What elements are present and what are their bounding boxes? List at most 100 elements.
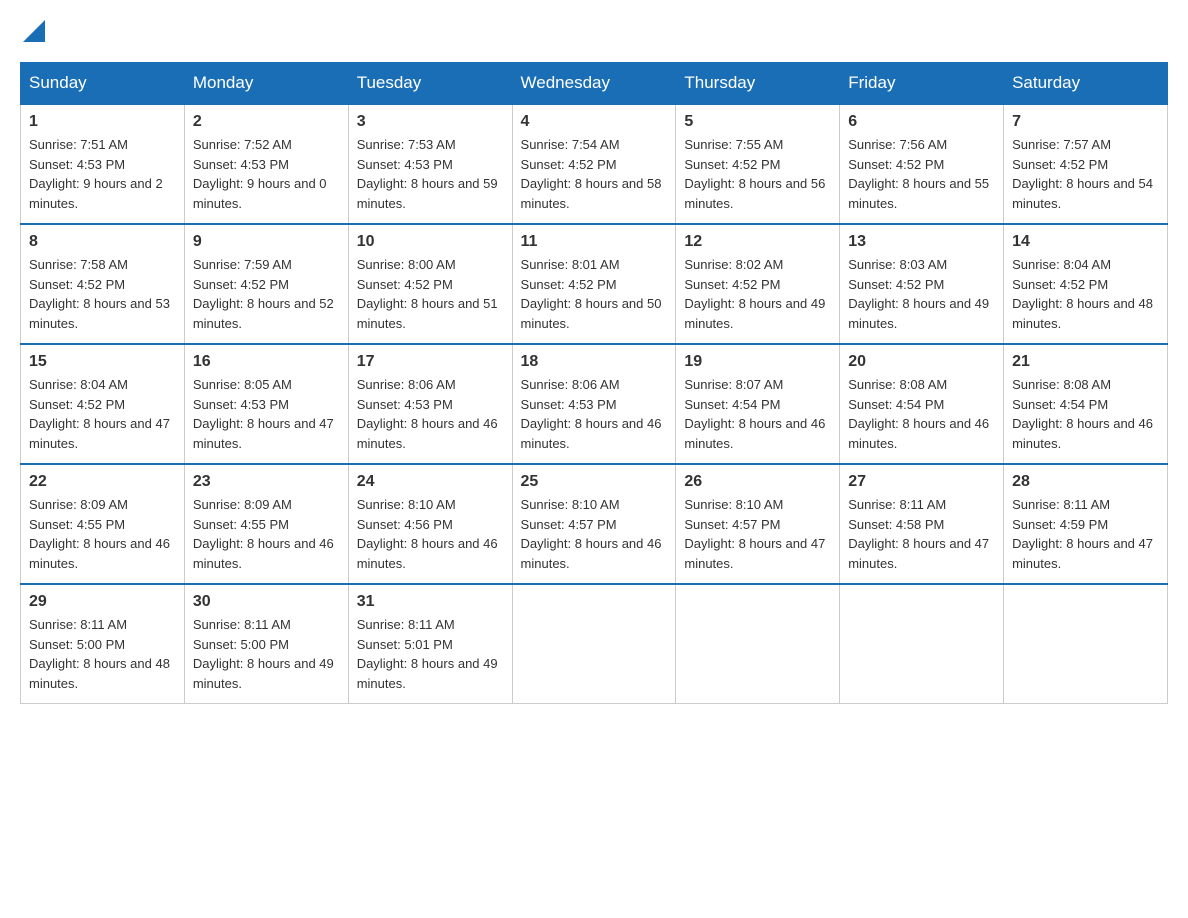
- sunset-label: Sunset: 4:57 PM: [521, 517, 617, 532]
- sunset-label: Sunset: 4:53 PM: [29, 157, 125, 172]
- day-number: 6: [848, 113, 995, 131]
- sunrise-label: Sunrise: 8:10 AM: [521, 497, 620, 512]
- weekday-header-monday: Monday: [184, 63, 348, 105]
- day-number: 30: [193, 593, 340, 611]
- daylight-label: Daylight: 8 hours and 47 minutes.: [1012, 536, 1153, 571]
- calendar-week-row: 8 Sunrise: 7:58 AM Sunset: 4:52 PM Dayli…: [21, 224, 1168, 344]
- daylight-label: Daylight: 8 hours and 46 minutes.: [193, 536, 334, 571]
- logo: [20, 20, 45, 42]
- daylight-label: Daylight: 8 hours and 46 minutes.: [521, 536, 662, 571]
- sunrise-label: Sunrise: 7:53 AM: [357, 137, 456, 152]
- day-info: Sunrise: 8:10 AM Sunset: 4:56 PM Dayligh…: [357, 495, 504, 573]
- sunrise-label: Sunrise: 8:06 AM: [357, 377, 456, 392]
- daylight-label: Daylight: 8 hours and 49 minutes.: [684, 296, 825, 331]
- daylight-label: Daylight: 8 hours and 47 minutes.: [684, 536, 825, 571]
- calendar-day-cell: 27 Sunrise: 8:11 AM Sunset: 4:58 PM Dayl…: [840, 464, 1004, 584]
- calendar-day-cell: 17 Sunrise: 8:06 AM Sunset: 4:53 PM Dayl…: [348, 344, 512, 464]
- sunrise-label: Sunrise: 8:11 AM: [357, 617, 455, 632]
- calendar-day-cell: 26 Sunrise: 8:10 AM Sunset: 4:57 PM Dayl…: [676, 464, 840, 584]
- day-number: 29: [29, 593, 176, 611]
- day-info: Sunrise: 7:53 AM Sunset: 4:53 PM Dayligh…: [357, 135, 504, 213]
- day-info: Sunrise: 8:03 AM Sunset: 4:52 PM Dayligh…: [848, 255, 995, 333]
- calendar-day-cell: 22 Sunrise: 8:09 AM Sunset: 4:55 PM Dayl…: [21, 464, 185, 584]
- day-info: Sunrise: 7:52 AM Sunset: 4:53 PM Dayligh…: [193, 135, 340, 213]
- day-number: 31: [357, 593, 504, 611]
- day-number: 13: [848, 233, 995, 251]
- calendar-day-cell: 14 Sunrise: 8:04 AM Sunset: 4:52 PM Dayl…: [1004, 224, 1168, 344]
- daylight-label: Daylight: 8 hours and 55 minutes.: [848, 176, 989, 211]
- daylight-label: Daylight: 9 hours and 0 minutes.: [193, 176, 327, 211]
- day-info: Sunrise: 8:11 AM Sunset: 5:00 PM Dayligh…: [193, 615, 340, 693]
- calendar-day-cell: 11 Sunrise: 8:01 AM Sunset: 4:52 PM Dayl…: [512, 224, 676, 344]
- daylight-label: Daylight: 8 hours and 50 minutes.: [521, 296, 662, 331]
- weekday-header-sunday: Sunday: [21, 63, 185, 105]
- sunset-label: Sunset: 4:55 PM: [193, 517, 289, 532]
- sunset-label: Sunset: 5:01 PM: [357, 637, 453, 652]
- day-number: 23: [193, 473, 340, 491]
- calendar-day-cell: 5 Sunrise: 7:55 AM Sunset: 4:52 PM Dayli…: [676, 104, 840, 224]
- sunset-label: Sunset: 4:52 PM: [521, 157, 617, 172]
- day-number: 22: [29, 473, 176, 491]
- daylight-label: Daylight: 8 hours and 48 minutes.: [1012, 296, 1153, 331]
- sunrise-label: Sunrise: 8:08 AM: [848, 377, 947, 392]
- weekday-header-thursday: Thursday: [676, 63, 840, 105]
- daylight-label: Daylight: 8 hours and 52 minutes.: [193, 296, 334, 331]
- sunrise-label: Sunrise: 8:05 AM: [193, 377, 292, 392]
- sunset-label: Sunset: 5:00 PM: [29, 637, 125, 652]
- calendar-empty-cell: [512, 584, 676, 704]
- sunrise-label: Sunrise: 8:07 AM: [684, 377, 783, 392]
- day-number: 12: [684, 233, 831, 251]
- weekday-header-friday: Friday: [840, 63, 1004, 105]
- day-number: 5: [684, 113, 831, 131]
- sunset-label: Sunset: 4:53 PM: [521, 397, 617, 412]
- day-info: Sunrise: 7:58 AM Sunset: 4:52 PM Dayligh…: [29, 255, 176, 333]
- daylight-label: Daylight: 8 hours and 47 minutes.: [29, 416, 170, 451]
- weekday-header-saturday: Saturday: [1004, 63, 1168, 105]
- day-number: 9: [193, 233, 340, 251]
- day-number: 16: [193, 353, 340, 371]
- calendar-day-cell: 16 Sunrise: 8:05 AM Sunset: 4:53 PM Dayl…: [184, 344, 348, 464]
- day-info: Sunrise: 8:09 AM Sunset: 4:55 PM Dayligh…: [29, 495, 176, 573]
- day-info: Sunrise: 8:09 AM Sunset: 4:55 PM Dayligh…: [193, 495, 340, 573]
- calendar-day-cell: 23 Sunrise: 8:09 AM Sunset: 4:55 PM Dayl…: [184, 464, 348, 584]
- sunset-label: Sunset: 4:53 PM: [357, 397, 453, 412]
- day-info: Sunrise: 7:56 AM Sunset: 4:52 PM Dayligh…: [848, 135, 995, 213]
- calendar-empty-cell: [840, 584, 1004, 704]
- daylight-label: Daylight: 8 hours and 46 minutes.: [357, 416, 498, 451]
- day-number: 10: [357, 233, 504, 251]
- day-info: Sunrise: 8:11 AM Sunset: 4:58 PM Dayligh…: [848, 495, 995, 573]
- calendar-day-cell: 8 Sunrise: 7:58 AM Sunset: 4:52 PM Dayli…: [21, 224, 185, 344]
- day-info: Sunrise: 8:00 AM Sunset: 4:52 PM Dayligh…: [357, 255, 504, 333]
- sunset-label: Sunset: 4:54 PM: [684, 397, 780, 412]
- day-number: 20: [848, 353, 995, 371]
- sunrise-label: Sunrise: 8:00 AM: [357, 257, 456, 272]
- sunset-label: Sunset: 4:52 PM: [684, 157, 780, 172]
- sunrise-label: Sunrise: 8:10 AM: [357, 497, 456, 512]
- day-info: Sunrise: 8:02 AM Sunset: 4:52 PM Dayligh…: [684, 255, 831, 333]
- calendar-day-cell: 24 Sunrise: 8:10 AM Sunset: 4:56 PM Dayl…: [348, 464, 512, 584]
- calendar-day-cell: 29 Sunrise: 8:11 AM Sunset: 5:00 PM Dayl…: [21, 584, 185, 704]
- weekday-header-row: SundayMondayTuesdayWednesdayThursdayFrid…: [21, 63, 1168, 105]
- day-number: 4: [521, 113, 668, 131]
- sunset-label: Sunset: 4:52 PM: [29, 397, 125, 412]
- day-info: Sunrise: 8:06 AM Sunset: 4:53 PM Dayligh…: [357, 375, 504, 453]
- daylight-label: Daylight: 9 hours and 2 minutes.: [29, 176, 163, 211]
- sunset-label: Sunset: 4:52 PM: [357, 277, 453, 292]
- sunset-label: Sunset: 4:56 PM: [357, 517, 453, 532]
- calendar-empty-cell: [1004, 584, 1168, 704]
- sunrise-label: Sunrise: 8:09 AM: [193, 497, 292, 512]
- sunset-label: Sunset: 4:54 PM: [1012, 397, 1108, 412]
- sunrise-label: Sunrise: 7:51 AM: [29, 137, 128, 152]
- sunset-label: Sunset: 4:57 PM: [684, 517, 780, 532]
- logo-triangle-icon: [23, 20, 45, 42]
- day-number: 24: [357, 473, 504, 491]
- sunset-label: Sunset: 4:52 PM: [848, 277, 944, 292]
- calendar-day-cell: 13 Sunrise: 8:03 AM Sunset: 4:52 PM Dayl…: [840, 224, 1004, 344]
- day-info: Sunrise: 8:06 AM Sunset: 4:53 PM Dayligh…: [521, 375, 668, 453]
- sunset-label: Sunset: 4:52 PM: [848, 157, 944, 172]
- sunrise-label: Sunrise: 7:59 AM: [193, 257, 292, 272]
- day-number: 27: [848, 473, 995, 491]
- day-number: 25: [521, 473, 668, 491]
- daylight-label: Daylight: 8 hours and 46 minutes.: [1012, 416, 1153, 451]
- calendar-day-cell: 18 Sunrise: 8:06 AM Sunset: 4:53 PM Dayl…: [512, 344, 676, 464]
